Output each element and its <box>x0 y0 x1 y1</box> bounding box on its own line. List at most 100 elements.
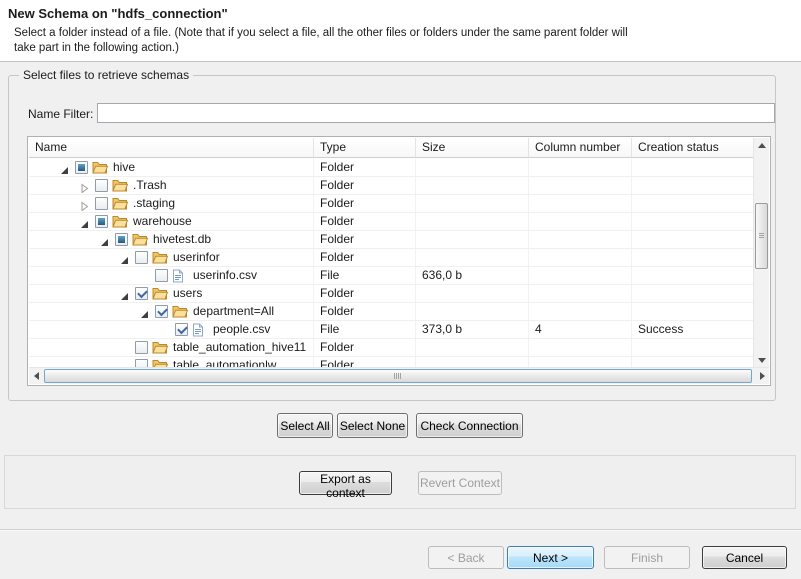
type-cell: Folder <box>314 195 416 212</box>
row-checkbox[interactable] <box>175 323 188 336</box>
tree-table-row[interactable]: .Trash Folder <box>29 177 753 195</box>
finish-button: Finish <box>604 546 690 569</box>
folder-icon <box>172 305 189 318</box>
creation-status-cell <box>632 303 753 320</box>
size-cell <box>416 195 529 212</box>
row-checkbox[interactable] <box>95 197 108 210</box>
row-checkbox[interactable] <box>155 269 168 282</box>
back-button: < Back <box>428 546 504 569</box>
expander-spacer <box>119 343 129 353</box>
row-checkbox[interactable] <box>135 341 148 354</box>
tree-table-row[interactable]: .staging Folder <box>29 195 753 213</box>
type-cell: Folder <box>314 249 416 266</box>
expander-expanded-icon[interactable] <box>99 235 109 245</box>
column-header-name[interactable]: Name <box>29 138 314 157</box>
export-as-context-button[interactable]: Export as context <box>299 471 392 495</box>
column-number-cell <box>529 231 632 248</box>
node-label: warehouse <box>133 213 192 230</box>
creation-status-cell <box>632 285 753 302</box>
column-header-creation-status[interactable]: Creation status <box>632 138 753 157</box>
tree-indent <box>53 239 93 240</box>
name-cell: hive <box>29 159 314 176</box>
file-icon <box>172 269 189 283</box>
name-cell: hivetest.db <box>29 231 314 248</box>
tree-table-row[interactable]: hivetest.db Folder <box>29 231 753 249</box>
column-number-cell <box>529 303 632 320</box>
tree-table-row[interactable]: users Folder <box>29 285 753 303</box>
folder-icon <box>112 197 129 210</box>
name-cell: .staging <box>29 195 314 212</box>
revert-context-button: Revert Context <box>418 471 502 495</box>
tree-table-row[interactable]: table_automation_hive11 Folder <box>29 339 753 357</box>
row-checkbox[interactable] <box>115 233 128 246</box>
tree-table-row[interactable]: people.csv File 373,0 b 4 Success <box>29 321 753 339</box>
horizontal-scrollbar[interactable] <box>29 367 769 384</box>
creation-status-cell <box>632 195 753 212</box>
column-number-cell <box>529 249 632 266</box>
scroll-down-button[interactable] <box>754 353 770 368</box>
column-header-size[interactable]: Size <box>416 138 529 157</box>
size-cell <box>416 213 529 230</box>
scroll-up-button[interactable] <box>754 138 770 153</box>
creation-status-cell <box>632 231 753 248</box>
file-icon <box>192 323 209 337</box>
node-label: users <box>173 285 202 302</box>
tree-table-row[interactable]: department=All Folder <box>29 303 753 321</box>
tree-table-row[interactable]: warehouse Folder <box>29 213 753 231</box>
name-cell: people.csv <box>29 321 314 338</box>
scroll-left-button[interactable] <box>29 368 43 384</box>
left-arrow-icon <box>34 372 39 380</box>
tree-table-row[interactable]: hive Folder <box>29 159 753 177</box>
wizard-subtitle-line2: take part in the following action.) <box>14 41 628 56</box>
row-checkbox[interactable] <box>95 179 108 192</box>
row-checkbox[interactable] <box>135 251 148 264</box>
tree-indent <box>53 311 133 312</box>
node-label: table_automation_hive11 <box>173 339 306 356</box>
row-checkbox[interactable] <box>95 215 108 228</box>
name-filter-input[interactable] <box>97 103 775 123</box>
vertical-scrollbar[interactable] <box>753 138 769 368</box>
column-number-cell <box>529 213 632 230</box>
size-cell: 373,0 b <box>416 321 529 338</box>
check-connection-button[interactable]: Check Connection <box>416 413 523 438</box>
node-label: hive <box>113 159 135 176</box>
expander-collapsed-icon[interactable] <box>79 199 89 209</box>
scroll-right-button[interactable] <box>755 368 769 384</box>
row-checkbox[interactable] <box>155 305 168 318</box>
expander-expanded-icon[interactable] <box>59 163 69 173</box>
expander-spacer <box>139 271 149 281</box>
expander-expanded-icon[interactable] <box>79 217 89 227</box>
column-header-type[interactable]: Type <box>314 138 416 157</box>
row-checkbox[interactable] <box>75 161 88 174</box>
column-header-column-number[interactable]: Column number <box>529 138 632 157</box>
expander-expanded-icon[interactable] <box>139 307 149 317</box>
type-cell: Folder <box>314 285 416 302</box>
tree-indent <box>53 275 133 276</box>
select-all-button[interactable]: Select All <box>277 413 333 438</box>
row-checkbox[interactable] <box>135 287 148 300</box>
creation-status-cell <box>632 339 753 356</box>
tree-table-row[interactable]: userinfor Folder <box>29 249 753 267</box>
expander-expanded-icon[interactable] <box>119 289 129 299</box>
wizard-banner: New Schema on "hdfs_connection" Select a… <box>0 0 801 62</box>
next-button[interactable]: Next > <box>507 546 594 569</box>
column-number-cell <box>529 195 632 212</box>
expander-collapsed-icon[interactable] <box>79 181 89 191</box>
node-label: hivetest.db <box>153 231 211 248</box>
cancel-button[interactable]: Cancel <box>702 546 787 569</box>
node-label: department=All <box>193 303 274 320</box>
vertical-scrollbar-thumb[interactable] <box>755 203 768 269</box>
column-number-cell <box>529 159 632 176</box>
tree-indent <box>53 257 113 258</box>
node-label: userinfo.csv <box>193 267 257 284</box>
type-cell: File <box>314 267 416 284</box>
tree-table-row[interactable]: userinfo.csv File 636,0 b <box>29 267 753 285</box>
type-cell: Folder <box>314 231 416 248</box>
expander-expanded-icon[interactable] <box>119 253 129 263</box>
creation-status-cell <box>632 213 753 230</box>
horizontal-scrollbar-thumb[interactable] <box>44 369 752 383</box>
size-cell <box>416 303 529 320</box>
down-arrow-icon <box>758 358 766 363</box>
creation-status-cell <box>632 177 753 194</box>
select-none-button[interactable]: Select None <box>337 413 408 438</box>
